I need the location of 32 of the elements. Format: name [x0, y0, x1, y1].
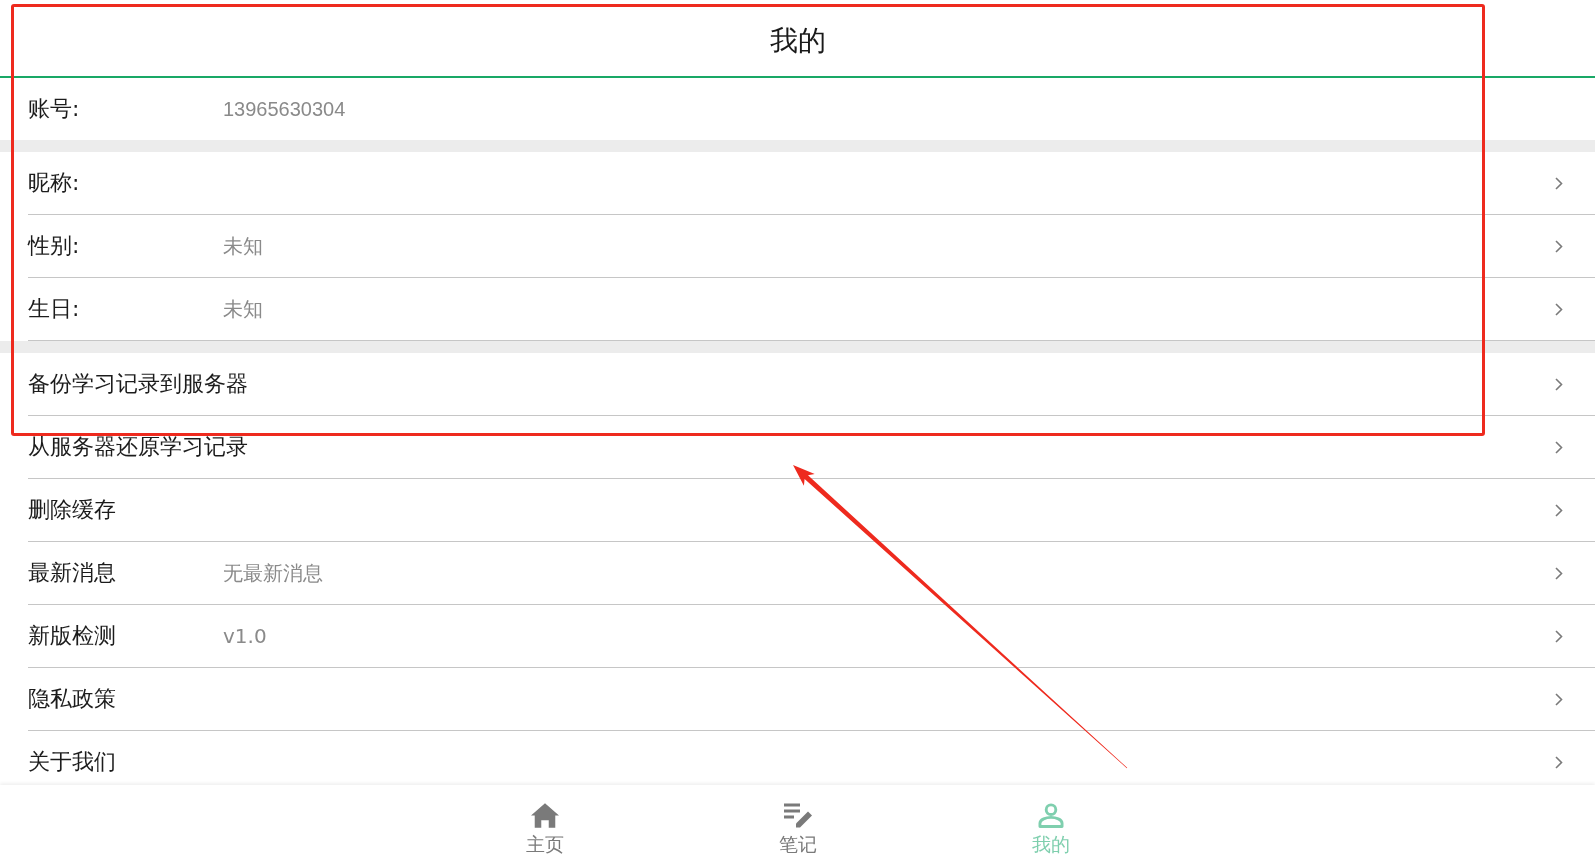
- item-label: 最新消息: [28, 561, 117, 585]
- chevron-icon[interactable]: [1555, 302, 1563, 316]
- nav-tab[interactable]: 主页: [418, 785, 671, 868]
- item-value: 无最新消息: [223, 562, 323, 584]
- chevron-icon[interactable]: [1555, 692, 1563, 706]
- home-icon: [530, 802, 559, 828]
- item-value: 未知: [223, 298, 263, 320]
- notes-icon: [783, 802, 812, 828]
- chevron-icon[interactable]: [1555, 239, 1563, 253]
- item-label: 从服务器还原学习记录: [28, 435, 248, 459]
- item-label: 备份学习记录到服务器: [28, 372, 248, 396]
- chevron-icon[interactable]: [1555, 377, 1563, 391]
- item-label: 新版检测: [28, 624, 117, 648]
- item-label: 关于我们: [28, 750, 117, 774]
- person-icon: [1036, 802, 1065, 828]
- page-title: 我的: [769, 23, 826, 59]
- item-label: 性别:: [28, 234, 81, 258]
- item-label: 昵称:: [28, 171, 81, 195]
- item-value: 未知: [223, 235, 263, 257]
- chevron-icon[interactable]: [1555, 755, 1563, 769]
- item-label: 删除缓存: [28, 498, 117, 522]
- chevron-icon[interactable]: [1555, 629, 1563, 643]
- chevron-icon[interactable]: [1555, 566, 1563, 580]
- item-value: 13965630304: [223, 98, 346, 120]
- item-label: 生日:: [28, 297, 81, 321]
- chevron-icon[interactable]: [1555, 503, 1563, 517]
- item-label: 账号:: [28, 97, 81, 121]
- item-value: v1.0: [223, 625, 267, 647]
- chevron-icon[interactable]: [1555, 176, 1563, 190]
- chevron-icon[interactable]: [1555, 440, 1563, 454]
- item-label: 隐私政策: [28, 687, 117, 711]
- nav-tab[interactable]: 笔记: [671, 785, 924, 868]
